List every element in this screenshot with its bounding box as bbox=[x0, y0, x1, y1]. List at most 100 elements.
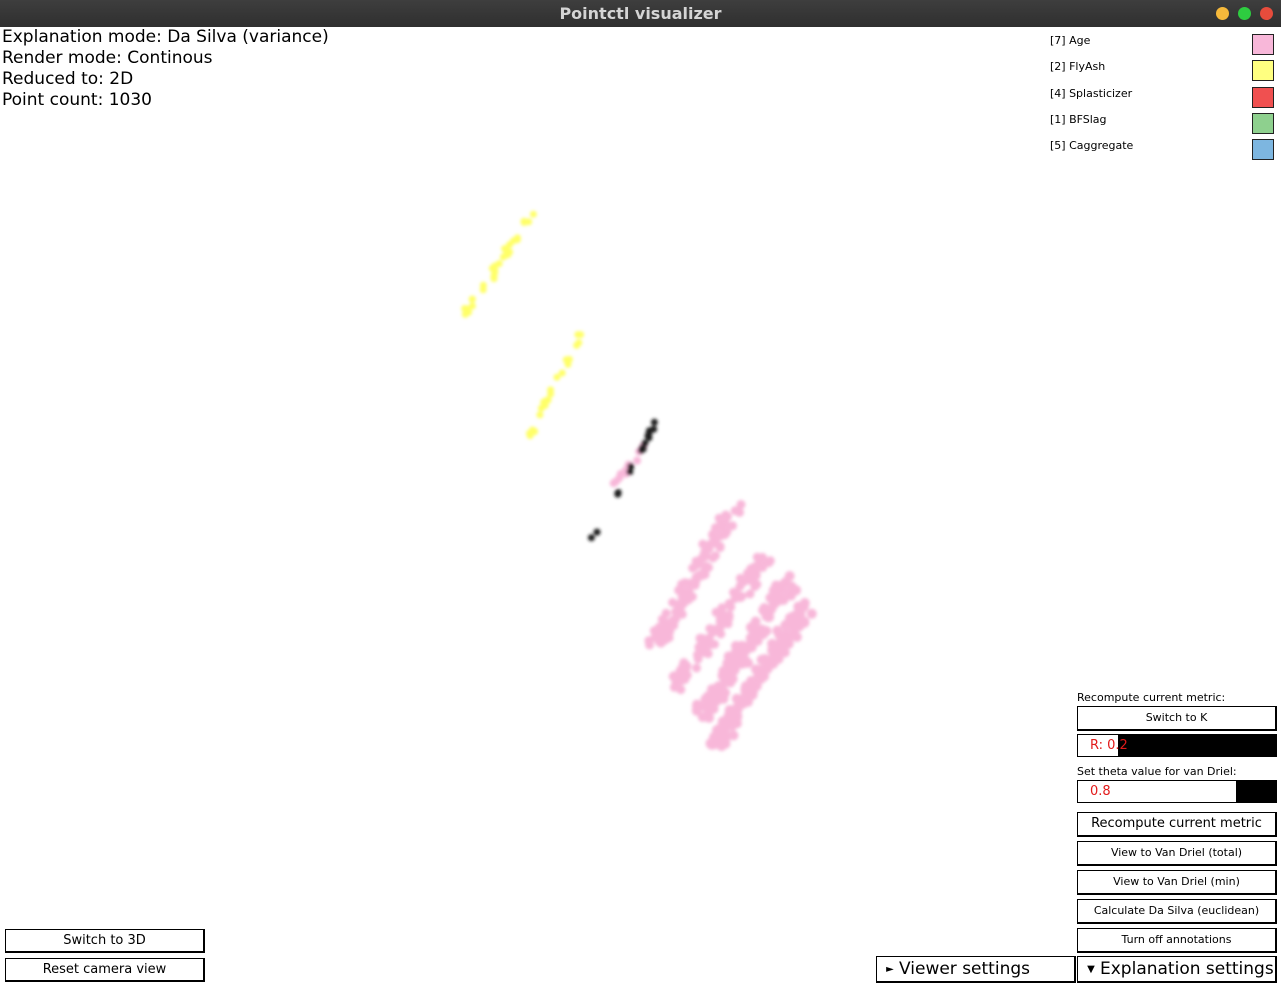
legend-item-flyash[interactable]: [2] FlyAsh bbox=[1050, 57, 1276, 83]
data-point bbox=[716, 629, 726, 639]
data-point bbox=[671, 607, 681, 616]
data-point bbox=[510, 237, 518, 245]
data-point bbox=[731, 693, 742, 704]
data-point bbox=[682, 661, 692, 671]
viewer-settings-label: Viewer settings bbox=[899, 959, 1030, 979]
data-point bbox=[691, 572, 701, 582]
data-point bbox=[753, 670, 764, 681]
data-point bbox=[541, 401, 549, 409]
data-point bbox=[633, 456, 642, 465]
view-van-driel-min-button[interactable]: View to Van Driel (min) bbox=[1077, 870, 1277, 895]
data-point bbox=[720, 687, 731, 698]
data-point bbox=[639, 445, 647, 453]
data-point bbox=[717, 731, 728, 742]
legend-item-bfslag[interactable]: [1] BFSlag bbox=[1050, 110, 1276, 136]
camera-controls: Switch to 3D Reset camera view bbox=[5, 929, 205, 987]
data-point bbox=[690, 580, 700, 590]
data-point bbox=[676, 685, 686, 695]
switch-to-k-button[interactable]: Switch to K bbox=[1077, 706, 1277, 731]
legend-swatch[interactable] bbox=[1252, 112, 1274, 134]
data-point bbox=[463, 305, 471, 313]
theta-slider-text: 0.8 bbox=[1090, 784, 1111, 799]
data-point bbox=[716, 741, 727, 752]
window-titlebar[interactable]: Pointctl visualizer bbox=[0, 0, 1281, 27]
data-point bbox=[691, 705, 702, 716]
data-point bbox=[710, 551, 720, 561]
data-point bbox=[784, 588, 795, 599]
data-point bbox=[587, 534, 595, 542]
legend-swatch[interactable] bbox=[1252, 34, 1274, 55]
data-point bbox=[697, 553, 707, 563]
data-point bbox=[680, 578, 690, 588]
data-point bbox=[745, 575, 755, 585]
switch-to-3d-button[interactable]: Switch to 3D bbox=[5, 929, 205, 953]
data-point bbox=[735, 573, 745, 583]
data-point bbox=[759, 627, 769, 638]
data-point bbox=[750, 632, 761, 643]
data-point bbox=[725, 599, 735, 609]
data-point bbox=[645, 430, 653, 438]
explanation-mode-text: Explanation mode: Da Silva (variance) bbox=[2, 27, 329, 47]
r-slider[interactable]: R: 0.2 bbox=[1077, 734, 1277, 757]
data-point bbox=[725, 717, 736, 728]
data-point bbox=[765, 556, 775, 566]
data-point bbox=[716, 531, 725, 541]
data-point bbox=[727, 673, 738, 684]
data-point bbox=[733, 649, 744, 660]
legend-label: [2] FlyAsh bbox=[1050, 60, 1106, 74]
data-point bbox=[771, 654, 782, 665]
point-count-text: Point count: 1030 bbox=[2, 90, 152, 110]
reduced-to-text: Reduced to: 2D bbox=[2, 69, 134, 89]
data-point bbox=[479, 286, 487, 294]
collapsed-arrow-icon: ► bbox=[886, 964, 894, 975]
data-point bbox=[577, 331, 585, 339]
maximize-button[interactable] bbox=[1238, 7, 1251, 20]
legend-swatch[interactable] bbox=[1252, 86, 1274, 108]
legend-item-splasticizer[interactable]: [4] Splasticizer bbox=[1050, 84, 1276, 110]
recompute-label: Recompute current metric: bbox=[1077, 691, 1226, 704]
legend-label: [1] BFSlag bbox=[1050, 112, 1107, 126]
data-point bbox=[573, 341, 581, 349]
theta-slider[interactable]: 0.8 bbox=[1077, 780, 1277, 803]
data-point bbox=[564, 360, 572, 368]
data-point bbox=[614, 489, 622, 496]
turn-off-annotations-button[interactable]: Turn off annotations bbox=[1077, 928, 1277, 953]
data-point bbox=[728, 730, 739, 741]
explanation-settings-label: Explanation settings bbox=[1100, 959, 1274, 979]
close-button[interactable] bbox=[1260, 7, 1273, 20]
view-van-driel-total-button[interactable]: View to Van Driel (total) bbox=[1077, 841, 1277, 866]
data-point bbox=[755, 555, 765, 565]
legend-swatch[interactable] bbox=[1252, 139, 1274, 161]
legend-item-caggregate[interactable]: [5] Caggregate bbox=[1050, 136, 1276, 162]
expanded-arrow-icon: ▼ bbox=[1087, 964, 1095, 975]
data-point bbox=[529, 210, 537, 218]
data-point bbox=[709, 732, 719, 743]
calculate-da-silva-button[interactable]: Calculate Da Silva (euclidean) bbox=[1077, 899, 1277, 924]
data-point bbox=[707, 688, 718, 699]
data-point bbox=[705, 640, 715, 650]
minimize-button[interactable] bbox=[1216, 7, 1229, 20]
data-point bbox=[525, 218, 533, 226]
data-point bbox=[526, 432, 534, 440]
legend-label: [7] Age bbox=[1050, 34, 1091, 47]
data-point bbox=[762, 606, 773, 617]
data-point bbox=[775, 644, 786, 655]
reset-camera-button[interactable]: Reset camera view bbox=[5, 958, 205, 982]
viewer-settings-toggle[interactable]: ► Viewer settings bbox=[876, 956, 1076, 983]
data-point bbox=[740, 681, 751, 692]
data-point bbox=[716, 518, 726, 528]
data-point bbox=[715, 614, 725, 624]
recompute-metric-button[interactable]: Recompute current metric bbox=[1077, 812, 1277, 837]
explanation-settings-toggle[interactable]: ▼ Explanation settings bbox=[1077, 956, 1277, 983]
legend-label: [5] Caggregate bbox=[1050, 139, 1134, 153]
data-point bbox=[468, 295, 476, 303]
visualizer-canvas[interactable]: Explanation mode: Da Silva (variance) Re… bbox=[0, 27, 1281, 989]
data-point bbox=[669, 671, 679, 681]
data-point bbox=[593, 528, 601, 536]
legend-swatch[interactable] bbox=[1252, 60, 1274, 82]
theta-label: Set theta value for van Driel: bbox=[1077, 765, 1237, 778]
legend-item-age[interactable]: [7] Age bbox=[1050, 31, 1276, 57]
data-point bbox=[736, 500, 746, 509]
data-point bbox=[650, 418, 658, 426]
data-point bbox=[553, 373, 561, 381]
